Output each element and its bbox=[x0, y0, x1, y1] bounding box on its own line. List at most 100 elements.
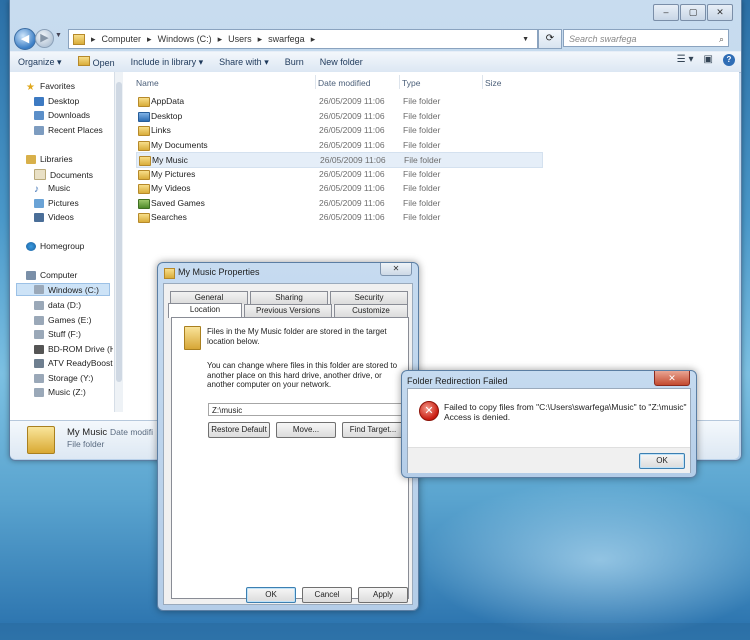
nav-item-drive-e[interactable]: Games (E:) bbox=[34, 315, 91, 325]
move-button[interactable]: Move... bbox=[276, 422, 336, 438]
nav-item-videos[interactable]: Videos bbox=[34, 212, 74, 222]
nav-item-windows-c[interactable]: Windows (C:) bbox=[16, 283, 110, 296]
nav-item-recent-places[interactable]: Recent Places bbox=[34, 125, 103, 135]
include-in-library-menu[interactable]: Include in library ▾ bbox=[123, 57, 212, 68]
nav-item-drive-f-label: Stuff (F:) bbox=[48, 329, 81, 339]
nav-item-desktop[interactable]: Desktop bbox=[34, 96, 79, 106]
file-name: My Music bbox=[152, 155, 188, 165]
tab-customize[interactable]: Customize bbox=[334, 304, 408, 317]
column-header-size[interactable]: Size bbox=[485, 78, 502, 88]
move-description: You can change where files in this folde… bbox=[207, 361, 398, 389]
desktop-background-glow bbox=[420, 480, 750, 640]
nav-item-pictures[interactable]: Pictures bbox=[34, 198, 79, 208]
file-row[interactable]: AppData 26/05/2009 11:06 File folder bbox=[136, 94, 541, 108]
close-button[interactable]: ✕ bbox=[380, 263, 412, 276]
breadcrumb-computer[interactable]: Computer bbox=[102, 34, 142, 44]
open-button[interactable]: Open bbox=[70, 56, 123, 68]
preview-pane-icon[interactable]: ▣ bbox=[704, 54, 713, 66]
file-row[interactable]: Desktop 26/05/2009 11:06 File folder bbox=[136, 109, 541, 123]
address-dropdown-icon[interactable]: ▼ bbox=[522, 36, 529, 43]
column-divider[interactable] bbox=[482, 75, 483, 89]
file-row[interactable]: Searches 26/05/2009 11:06 File folder bbox=[136, 210, 541, 224]
drive-icon bbox=[34, 300, 44, 310]
file-row[interactable]: My Documents 26/05/2009 11:06 File folder bbox=[136, 138, 541, 152]
recent-pages-chevron-icon[interactable]: ▼ bbox=[55, 32, 62, 39]
search-icon[interactable]: ⌕ bbox=[719, 30, 724, 48]
details-date-label: Date modifi bbox=[110, 427, 153, 437]
back-button[interactable]: ◀ bbox=[14, 28, 36, 50]
include-in-library-label: Include in library bbox=[130, 56, 197, 67]
file-row[interactable]: My Videos 26/05/2009 11:06 File folder bbox=[136, 181, 541, 195]
nav-homegroup[interactable]: Homegroup bbox=[26, 241, 84, 251]
music-folder-icon bbox=[139, 156, 151, 166]
nav-item-drive-d[interactable]: data (D:) bbox=[34, 300, 81, 310]
documents-icon bbox=[34, 169, 46, 180]
nav-item-bd-rom[interactable]: BD-ROM Drive (H bbox=[34, 344, 113, 354]
breadcrumb-swarfega[interactable]: swarfega bbox=[268, 34, 305, 44]
breadcrumb-windows-c[interactable]: Windows (C:) bbox=[158, 34, 212, 44]
maximize-button[interactable]: ▢ bbox=[680, 4, 706, 21]
nav-favorites[interactable]: ★ Favorites bbox=[26, 81, 75, 93]
tab-sharing[interactable]: Sharing bbox=[250, 291, 328, 304]
cancel-button[interactable]: Cancel bbox=[302, 587, 352, 603]
share-with-menu[interactable]: Share with ▾ bbox=[211, 57, 277, 68]
file-name: Searches bbox=[151, 212, 187, 222]
search-input[interactable]: Search swarfega ⌕ bbox=[563, 29, 729, 47]
file-date: 26/05/2009 11:06 bbox=[319, 96, 385, 106]
nav-item-readyboost[interactable]: ATV ReadyBoost bbox=[34, 358, 113, 368]
nav-computer[interactable]: Computer bbox=[26, 270, 77, 280]
change-view-icon[interactable]: ☰ ▾ bbox=[677, 54, 694, 66]
new-folder-button[interactable]: New folder bbox=[312, 57, 371, 67]
restore-default-button[interactable]: Restore Default bbox=[208, 422, 270, 438]
nav-item-drive-y[interactable]: Storage (Y:) bbox=[34, 373, 93, 383]
organize-menu[interactable]: Organize ▾ bbox=[10, 57, 70, 68]
tab-previous-versions[interactable]: Previous Versions bbox=[244, 304, 332, 317]
find-target-button[interactable]: Find Target... bbox=[342, 422, 404, 438]
column-header-date-modified[interactable]: Date modified bbox=[318, 78, 370, 88]
file-row[interactable]: Saved Games 26/05/2009 11:06 File folder bbox=[136, 196, 541, 210]
nav-item-documents[interactable]: Documents bbox=[34, 169, 93, 180]
tab-location[interactable]: Location bbox=[168, 303, 242, 318]
location-path-input[interactable]: Z:\music bbox=[208, 403, 402, 416]
nav-item-downloads[interactable]: Downloads bbox=[34, 110, 90, 120]
nav-item-music[interactable]: ♪ Music bbox=[34, 183, 70, 195]
nav-item-bd-rom-label: BD-ROM Drive (H bbox=[48, 344, 113, 354]
breadcrumb-users[interactable]: Users bbox=[228, 34, 252, 44]
file-row-selected[interactable]: My Music 26/05/2009 11:06 File folder bbox=[136, 152, 543, 168]
nav-computer-label: Computer bbox=[40, 270, 78, 280]
nav-item-drive-z[interactable]: Music (Z:) bbox=[34, 387, 86, 397]
nav-libraries[interactable]: Libraries bbox=[26, 154, 73, 164]
file-row[interactable]: Links 26/05/2009 11:06 File folder bbox=[136, 123, 541, 137]
address-bar[interactable]: ▸ Computer ▸ Windows (C:) ▸ Users ▸ swar… bbox=[68, 29, 538, 49]
scrollbar-thumb[interactable] bbox=[116, 82, 122, 382]
command-bar: Organize ▾ Open Include in library ▾ Sha… bbox=[10, 51, 741, 73]
burn-button[interactable]: Burn bbox=[277, 57, 312, 67]
column-divider[interactable] bbox=[399, 75, 400, 89]
nav-item-readyboost-label: ATV ReadyBoost bbox=[48, 358, 113, 368]
libraries-icon bbox=[26, 154, 36, 164]
help-icon[interactable]: ? bbox=[723, 54, 735, 66]
close-button[interactable]: ✕ bbox=[707, 4, 733, 21]
open-folder-icon bbox=[77, 56, 90, 66]
file-row[interactable]: My Pictures 26/05/2009 11:06 File folder bbox=[136, 167, 541, 181]
ok-button[interactable]: OK bbox=[246, 587, 296, 603]
nav-item-drive-f[interactable]: Stuff (F:) bbox=[34, 329, 81, 339]
chevron-right-icon: ▸ bbox=[310, 33, 316, 44]
error-message-line1: Failed to copy files from "C:\Users\swar… bbox=[444, 402, 687, 412]
network-drive-icon bbox=[34, 373, 44, 383]
navigation-scrollbar[interactable] bbox=[114, 72, 123, 412]
forward-button[interactable]: ▶ bbox=[35, 29, 54, 48]
column-divider[interactable] bbox=[315, 75, 316, 89]
pictures-icon bbox=[34, 198, 44, 208]
tab-security[interactable]: Security bbox=[330, 291, 408, 304]
column-header-type[interactable]: Type bbox=[402, 78, 420, 88]
apply-button[interactable]: Apply bbox=[358, 587, 408, 603]
close-button[interactable]: ✕ bbox=[654, 371, 690, 386]
minimize-button[interactable]: – bbox=[653, 4, 679, 21]
refresh-button[interactable]: ⟳ bbox=[538, 29, 562, 49]
column-header-name[interactable]: Name bbox=[136, 78, 159, 88]
nav-item-drive-e-label: Games (E:) bbox=[48, 315, 92, 325]
bd-rom-icon bbox=[34, 344, 44, 354]
navigation-pane: ★ Favorites Desktop Downloads Recent Plac… bbox=[10, 72, 113, 412]
ok-button[interactable]: OK bbox=[639, 453, 685, 469]
